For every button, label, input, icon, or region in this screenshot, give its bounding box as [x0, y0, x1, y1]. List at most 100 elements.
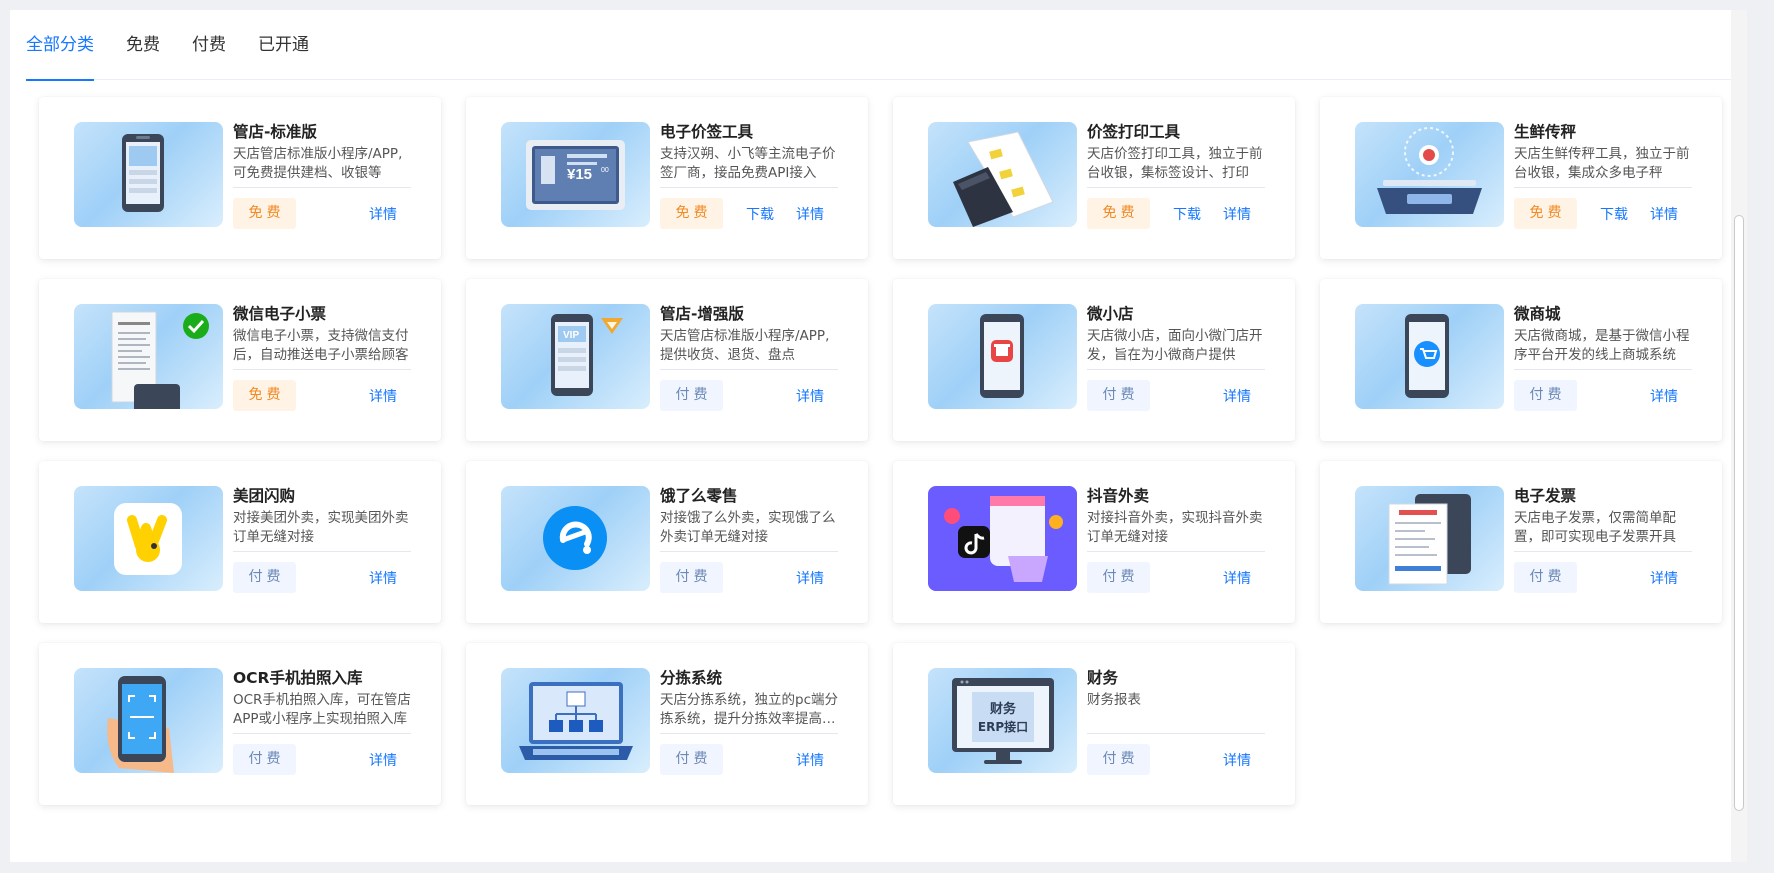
app-info: 微小店 天店微小店，面向小微门店开发，旨在为小微商户提供 付费 详情	[1087, 303, 1265, 411]
card-divider	[660, 733, 838, 734]
action-links: 详情	[1650, 386, 1678, 406]
app-card-15: 财务 ERP接口 财务 财务报表 付费 详情	[893, 643, 1295, 805]
card-actions: 付费 详情	[233, 562, 411, 593]
app-card-2: ¥15 00 电子价签工具 支持汉朔、小飞等主流电子价签厂商，接品免费API接入 …	[466, 97, 868, 259]
app-title: 电子价签工具	[660, 123, 754, 141]
action-links: 详情	[1650, 568, 1678, 588]
paid-badge: 付费	[1087, 562, 1150, 593]
app-title: 价签打印工具	[1087, 123, 1181, 141]
app-card-14: 分拣系统 天店分拣系统，独立的pc端分拣系统，提升分拣效率提高准确 付费 详情	[466, 643, 868, 805]
tab-paid[interactable]: 付费	[192, 10, 226, 80]
app-thumbnail	[501, 668, 650, 773]
card-divider	[1087, 187, 1265, 188]
app-description: 天店分拣系统，独立的pc端分拣系统，提升分拣效率提高准确	[660, 692, 838, 727]
action-links: 详情	[1223, 386, 1251, 406]
app-title: 分拣系统	[660, 669, 723, 687]
download-link[interactable]: 下载	[746, 204, 774, 224]
tab-free[interactable]: 免费	[126, 10, 160, 80]
action-links: 详情	[1223, 568, 1251, 588]
action-links: 下载 详情	[746, 204, 824, 224]
card-divider	[233, 551, 411, 552]
card-divider	[1514, 187, 1692, 188]
app-info: 分拣系统 天店分拣系统，独立的pc端分拣系统，提升分拣效率提高准确 付费 详情	[660, 667, 838, 775]
details-link[interactable]: 详情	[1650, 386, 1678, 406]
card-actions: 付费 详情	[660, 562, 838, 593]
details-link[interactable]: 详情	[1223, 386, 1251, 406]
app-description: 天店微商城，是基于微信小程序平台开发的线上商城系统	[1514, 328, 1690, 363]
details-link[interactable]: 详情	[1223, 568, 1251, 588]
app-thumbnail	[501, 486, 650, 591]
download-link[interactable]: 下载	[1600, 204, 1628, 224]
tab-all[interactable]: 全部分类	[26, 10, 94, 81]
free-badge: 免费	[660, 198, 723, 229]
app-info: OCR手机拍照入库 OCR手机拍照入库，可在管店APP或小程序上实现拍照入库 付…	[233, 667, 411, 775]
details-link[interactable]: 详情	[1650, 568, 1678, 588]
card-actions: 免费 下载 详情	[1087, 198, 1265, 229]
details-link[interactable]: 详情	[369, 204, 397, 224]
paid-badge: 付费	[233, 744, 296, 775]
app-info: 管店-标准版 天店管店标准版小程序/APP,可免费提供建档、收银等 免费 详情	[233, 121, 411, 229]
app-thumbnail: 财务 ERP接口	[928, 668, 1077, 773]
sorting-laptop-icon	[501, 668, 650, 773]
app-card-5: 微信电子小票 微信电子小票，支持微信支付后，自动推送电子小票给顾客 免费 详情	[39, 279, 441, 441]
app-card-12: 电子发票 天店电子发票，仅需简单配置，即可实现电子发票开具 付费 详情	[1320, 461, 1722, 623]
app-title: 生鲜传秤	[1514, 123, 1577, 141]
card-divider	[660, 551, 838, 552]
tab-activated[interactable]: 已开通	[258, 10, 309, 80]
app-description: 天店生鲜传秤工具，独立于前台收银，集成众多电子秤	[1514, 146, 1690, 181]
details-link[interactable]: 详情	[796, 568, 824, 588]
action-links: 详情	[369, 568, 397, 588]
card-divider	[233, 187, 411, 188]
app-info: 价签打印工具 天店价签打印工具，独立于前台收银，集标签设计、打印 免费 下载 详情	[1087, 121, 1265, 229]
action-links: 详情	[1223, 750, 1251, 770]
details-link[interactable]: 详情	[1650, 204, 1678, 224]
app-thumbnail	[74, 668, 223, 773]
app-info: 电子发票 天店电子发票，仅需简单配置，即可实现电子发票开具 付费 详情	[1514, 485, 1692, 593]
details-link[interactable]: 详情	[796, 204, 824, 224]
thumb-text-1: 财务	[990, 701, 1017, 717]
app-thumbnail	[74, 486, 223, 591]
app-description: 天店管店标准版小程序/APP,提供收货、退货、盘点	[660, 328, 830, 363]
app-thumbnail	[74, 304, 223, 409]
details-link[interactable]: 详情	[1223, 204, 1251, 224]
details-link[interactable]: 详情	[369, 750, 397, 770]
paid-badge: 付费	[660, 380, 723, 411]
ocr-scan-icon	[74, 668, 223, 773]
card-actions: 付费 详情	[1514, 562, 1692, 593]
card-divider	[1087, 733, 1265, 734]
e-price-tag-icon: ¥15 00	[501, 122, 650, 227]
paid-badge: 付费	[233, 562, 296, 593]
app-description: 对接抖音外卖，实现抖音外卖订单无缝对接	[1087, 510, 1263, 545]
card-divider	[660, 187, 838, 188]
action-links: 详情	[796, 386, 824, 406]
app-description: 天店微小店，面向小微门店开发，旨在为小微商户提供	[1087, 328, 1263, 363]
details-link[interactable]: 详情	[1223, 750, 1251, 770]
details-link[interactable]: 详情	[796, 386, 824, 406]
details-link[interactable]: 详情	[369, 386, 397, 406]
e-invoice-icon	[1355, 486, 1504, 591]
app-title: 电子发票	[1514, 487, 1577, 505]
scrollbar-thumb[interactable]	[1734, 215, 1744, 811]
app-card-11: 抖音外卖 对接抖音外卖，实现抖音外卖订单无缝对接 付费 详情	[893, 461, 1295, 623]
app-title: 微信电子小票	[233, 305, 327, 323]
app-card-1: 管店-标准版 天店管店标准版小程序/APP,可免费提供建档、收银等 免费 详情	[39, 97, 441, 259]
card-actions: 付费 详情	[660, 380, 838, 411]
app-card-10: 饿了么零售 对接饿了么外卖，实现饿了么外卖订单无缝对接 付费 详情	[466, 461, 868, 623]
action-links: 详情	[369, 386, 397, 406]
download-link[interactable]: 下载	[1173, 204, 1201, 224]
card-divider	[1087, 551, 1265, 552]
thumb-text-2: ERP接口	[978, 719, 1028, 734]
card-actions: 免费 下载 详情	[660, 198, 838, 229]
details-link[interactable]: 详情	[369, 568, 397, 588]
app-card-4: 生鲜传秤 天店生鲜传秤工具，独立于前台收银，集成众多电子秤 免费 下载 详情	[1320, 97, 1722, 259]
details-link[interactable]: 详情	[796, 750, 824, 770]
app-description: 天店管店标准版小程序/APP,可免费提供建档、收银等	[233, 146, 403, 181]
app-title: 微商城	[1514, 305, 1561, 323]
app-description: 天店价签打印工具，独立于前台收银，集标签设计、打印	[1087, 146, 1263, 181]
card-divider	[1087, 369, 1265, 370]
paid-badge: 付费	[1514, 562, 1577, 593]
vertical-scrollbar[interactable]	[1731, 10, 1747, 862]
app-grid: 管店-标准版 天店管店标准版小程序/APP,可免费提供建档、收银等 免费 详情 …	[39, 97, 1722, 805]
app-thumbnail: ¥15 00	[501, 122, 650, 227]
svg-text:00: 00	[601, 167, 609, 174]
